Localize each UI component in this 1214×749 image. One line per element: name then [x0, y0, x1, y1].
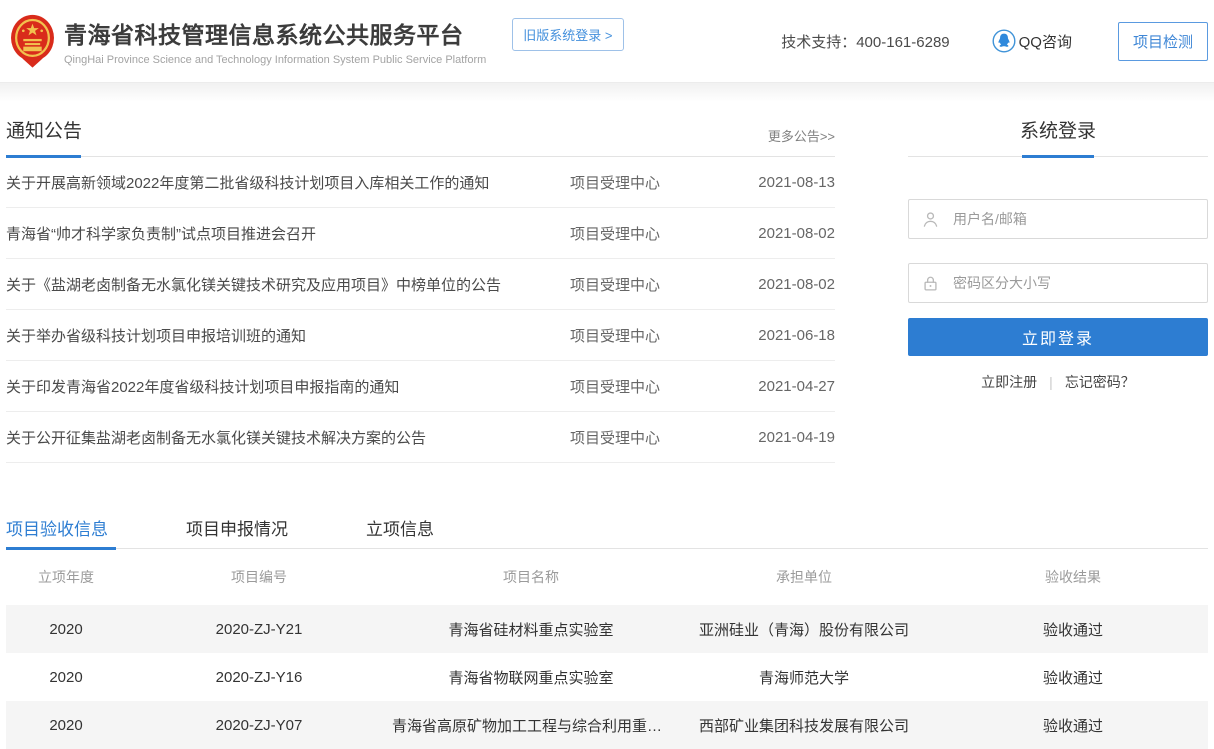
notice-source: 项目受理中心	[570, 274, 745, 295]
notice-title-link[interactable]: 关于开展高新领域2022年度第二批省级科技计划项目入库相关工作的通知	[6, 172, 570, 193]
notice-date: 2021-06-18	[745, 327, 835, 344]
qq-consult-label: QQ咨询	[1019, 31, 1072, 52]
cell-undertaker: 西部矿业集团科技发展有限公司	[670, 715, 938, 736]
lock-icon	[921, 274, 940, 293]
cell-project-name: 青海省硅材料重点实验室	[392, 619, 670, 640]
notice-row: 关于开展高新领域2022年度第二批省级科技计划项目入库相关工作的通知 项目受理中…	[6, 157, 835, 208]
cell-project-no: 2020-ZJ-Y16	[126, 669, 392, 686]
notice-date: 2021-08-13	[745, 174, 835, 191]
cell-project-name: 青海省高原矿物加工工程与综合利用重点...	[392, 715, 670, 736]
header-divider	[0, 82, 1214, 102]
more-notices-link[interactable]: 更多公告>>	[768, 126, 835, 145]
national-emblem-icon	[10, 14, 55, 68]
login-title: 系统登录	[1020, 121, 1096, 142]
login-panel: 系统登录 立即登录 立即注册 | 忘记密码？	[908, 116, 1208, 463]
cell-undertaker: 青海师范大学	[670, 667, 938, 688]
notice-row: 关于公开征集盐湖老卤制备无水氯化镁关键技术解决方案的公告 项目受理中心 2021…	[6, 412, 835, 463]
notice-row: 关于印发青海省2022年度省级科技计划项目申报指南的通知 项目受理中心 2021…	[6, 361, 835, 412]
col-header-project-no: 项目编号	[126, 567, 392, 587]
notice-row: 关于《盐湖老卤制备无水氯化镁关键技术研究及应用项目》中榜单位的公告 项目受理中心…	[6, 259, 835, 310]
old-system-login-button[interactable]: 旧版系统登录 >	[512, 18, 623, 51]
notice-row: 青海省“帅才科学家负责制”试点项目推进会召开 项目受理中心 2021-08-02	[6, 208, 835, 259]
notice-date: 2021-04-19	[745, 429, 835, 446]
register-link[interactable]: 立即注册	[981, 374, 1037, 390]
password-input[interactable]	[953, 275, 1195, 291]
cell-result: 验收通过	[938, 667, 1208, 688]
username-input[interactable]	[953, 211, 1195, 227]
col-header-undertaker: 承担单位	[670, 567, 938, 587]
notice-date: 2021-08-02	[745, 225, 835, 242]
qq-consult-link[interactable]: QQ咨询	[992, 29, 1072, 53]
notice-title-link[interactable]: 关于公开征集盐湖老卤制备无水氯化镁关键技术解决方案的公告	[6, 427, 570, 448]
tab-project-approval[interactable]: 立项信息	[366, 507, 434, 548]
cell-project-no: 2020-ZJ-Y07	[126, 717, 392, 734]
brand-block: 青海省科技管理信息系统公共服务平台 QingHai Province Scien…	[64, 16, 486, 66]
cell-undertaker: 亚洲硅业（青海）股份有限公司	[670, 619, 938, 640]
table-row: 2020 2020-ZJ-Y07 青海省高原矿物加工工程与综合利用重点... 西…	[6, 701, 1208, 749]
notice-source: 项目受理中心	[570, 325, 745, 346]
username-field-wrap	[908, 199, 1208, 239]
notices-accent-bar	[6, 155, 81, 158]
site-title: 青海省科技管理信息系统公共服务平台	[64, 16, 486, 50]
login-accent-bar	[1022, 155, 1094, 158]
cell-year: 2020	[6, 669, 126, 686]
qq-penguin-icon	[992, 29, 1016, 53]
table-row: 2020 2020-ZJ-Y16 青海省物联网重点实验室 青海师范大学 验收通过	[6, 653, 1208, 701]
links-separator: |	[1049, 374, 1053, 390]
info-tabs: 项目验收信息 项目申报情况 立项信息	[6, 507, 1208, 549]
main-content: 通知公告 更多公告>> 关于开展高新领域2022年度第二批省级科技计划项目入库相…	[0, 116, 1214, 463]
notice-title-link[interactable]: 关于印发青海省2022年度省级科技计划项目申报指南的通知	[6, 376, 570, 397]
cell-year: 2020	[6, 621, 126, 638]
login-header: 系统登录	[908, 116, 1208, 157]
notices-section: 通知公告 更多公告>> 关于开展高新领域2022年度第二批省级科技计划项目入库相…	[6, 116, 835, 463]
notices-header: 通知公告 更多公告>>	[6, 116, 835, 157]
notices-title: 通知公告	[6, 116, 82, 143]
login-form: 立即登录 立即注册 | 忘记密码？	[908, 199, 1208, 392]
site-subtitle: QingHai Province Science and Technology …	[64, 54, 486, 66]
notice-source: 项目受理中心	[570, 427, 745, 448]
notice-source: 项目受理中心	[570, 223, 745, 244]
notice-title-link[interactable]: 关于举办省级科技计划项目申报培训班的通知	[6, 325, 570, 346]
user-icon	[921, 210, 940, 229]
notice-title-link[interactable]: 青海省“帅才科学家负责制”试点项目推进会召开	[6, 223, 570, 244]
notice-source: 项目受理中心	[570, 376, 745, 397]
notice-source: 项目受理中心	[570, 172, 745, 193]
cell-result: 验收通过	[938, 715, 1208, 736]
forgot-password-link[interactable]: 忘记密码？	[1065, 374, 1135, 390]
acceptance-table: 立项年度 项目编号 项目名称 承担单位 验收结果 2020 2020-ZJ-Y2…	[6, 549, 1208, 749]
cell-project-name: 青海省物联网重点实验室	[392, 667, 670, 688]
table-header-row: 立项年度 项目编号 项目名称 承担单位 验收结果	[6, 549, 1208, 605]
tab-project-acceptance[interactable]: 项目验收信息	[6, 507, 108, 548]
cell-year: 2020	[6, 717, 126, 734]
col-header-project-name: 项目名称	[392, 567, 670, 587]
page-header: 青海省科技管理信息系统公共服务平台 QingHai Province Scien…	[0, 0, 1214, 82]
table-row: 2020 2020-ZJ-Y21 青海省硅材料重点实验室 亚洲硅业（青海）股份有…	[6, 605, 1208, 653]
notice-date: 2021-04-27	[745, 378, 835, 395]
col-header-result: 验收结果	[938, 567, 1208, 587]
notice-date: 2021-08-02	[745, 276, 835, 293]
cell-project-no: 2020-ZJ-Y21	[126, 621, 392, 638]
support-phone-text: 技术支持：400-161-6289	[781, 31, 949, 52]
col-header-year: 立项年度	[6, 567, 126, 587]
notice-row: 关于举办省级科技计划项目申报培训班的通知 项目受理中心 2021-06-18	[6, 310, 835, 361]
notice-title-link[interactable]: 关于《盐湖老卤制备无水氯化镁关键技术研究及应用项目》中榜单位的公告	[6, 274, 570, 295]
password-field-wrap	[908, 263, 1208, 303]
cell-result: 验收通过	[938, 619, 1208, 640]
login-button[interactable]: 立即登录	[908, 318, 1208, 356]
project-check-button[interactable]: 项目检测	[1118, 22, 1208, 61]
tab-project-application[interactable]: 项目申报情况	[186, 507, 288, 548]
login-links: 立即注册 | 忘记密码？	[908, 372, 1208, 392]
